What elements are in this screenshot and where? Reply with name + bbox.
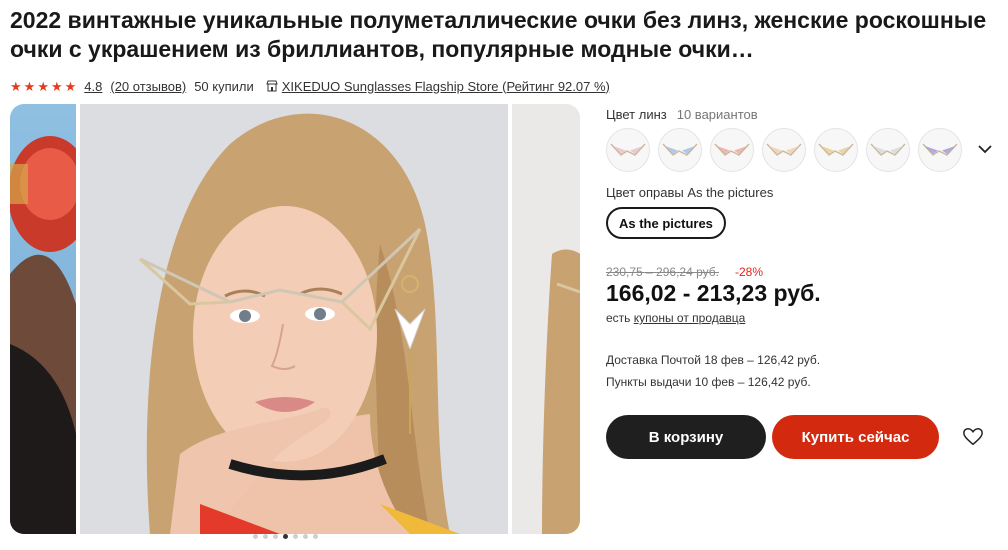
glasses-thumbnail-icon	[662, 143, 698, 156]
star-icon: ★	[37, 78, 49, 94]
glasses-thumbnail-icon	[870, 143, 906, 156]
frame-color-option-selected[interactable]: As the pictures	[606, 207, 726, 239]
main-product-photo	[80, 104, 508, 534]
star-icon: ★	[10, 78, 22, 94]
product-title: 2022 винтажные уникальные полуметалличес…	[10, 7, 987, 62]
rating-value[interactable]: 4.8	[84, 79, 102, 94]
lens-color-label: Цвет линз	[606, 107, 667, 122]
image-gallery[interactable]	[10, 104, 580, 534]
glasses-thumbnail-icon	[714, 143, 750, 156]
lens-color-swatches	[606, 128, 962, 172]
delivery-pickup: Пункты выдачи 10 фев – 126,42 руб.	[606, 375, 811, 389]
lens-color-swatch[interactable]	[762, 128, 806, 172]
chevron-down-icon[interactable]	[976, 140, 994, 158]
lens-color-swatch[interactable]	[866, 128, 910, 172]
gallery-dot[interactable]	[273, 534, 278, 539]
star-icon: ★	[23, 78, 36, 94]
heart-icon[interactable]	[962, 426, 984, 448]
buy-now-button[interactable]: Купить сейчас	[772, 415, 939, 459]
lens-color-swatch[interactable]	[658, 128, 702, 172]
lens-color-swatch[interactable]	[606, 128, 650, 172]
gallery-main-image[interactable]	[80, 104, 508, 534]
purchases-count: 50 купили	[194, 78, 254, 94]
gallery-dot[interactable]	[293, 534, 298, 539]
glasses-thumbnail-icon	[766, 143, 802, 156]
gallery-dot[interactable]	[263, 534, 268, 539]
gallery-dot[interactable]	[303, 534, 308, 539]
current-price: 166,02 - 213,23 руб.	[606, 280, 821, 306]
lens-color-swatch[interactable]	[918, 128, 962, 172]
star-icon: ★	[64, 78, 77, 94]
glasses-thumbnail-icon	[610, 143, 646, 156]
discount-badge: -28%	[735, 265, 764, 279]
lens-color-label-row: Цвет линз 10 вариантов	[606, 107, 758, 122]
store-icon	[266, 80, 278, 92]
gallery-prev-image[interactable]	[10, 104, 76, 534]
gallery-dot[interactable]	[253, 534, 258, 539]
glasses-thumbnail-icon	[922, 143, 958, 156]
rating-stars: ★ ★ ★ ★ ★	[10, 80, 76, 93]
coupons-link[interactable]: купоны от продавца	[634, 311, 746, 325]
gallery-dot-active[interactable]	[283, 534, 288, 539]
gallery-next-image[interactable]	[512, 104, 580, 534]
delivery-post: Доставка Почтой 18 фев – 126,42 руб.	[606, 353, 821, 367]
lens-color-swatch[interactable]	[814, 128, 858, 172]
reviews-link[interactable]: (20 отзывов)	[110, 79, 186, 94]
coupons-prefix: есть	[606, 311, 631, 325]
store-link[interactable]: XIKEDUO Sunglasses Flagship Store (Рейти…	[282, 79, 610, 94]
gallery-dot[interactable]	[313, 534, 318, 539]
old-price: 230,75 – 296,24 руб.	[606, 265, 719, 279]
star-icon: ★	[50, 78, 63, 94]
frame-color-label: Цвет оправы As the pictures	[606, 185, 774, 200]
next-image-photo	[512, 104, 580, 534]
gallery-pagination	[253, 534, 318, 539]
add-to-cart-button[interactable]: В корзину	[606, 415, 766, 459]
lens-variants-count: 10 вариантов	[676, 107, 758, 122]
product-meta-row: ★ ★ ★ ★ ★ 4.8 (20 отзывов) 50 купили XIK…	[10, 77, 610, 95]
glasses-thumbnail-icon	[818, 143, 854, 156]
coupons-row: есть купоны от продавца	[606, 311, 745, 325]
prev-image-photo	[10, 136, 76, 534]
lens-color-swatch[interactable]	[710, 128, 754, 172]
